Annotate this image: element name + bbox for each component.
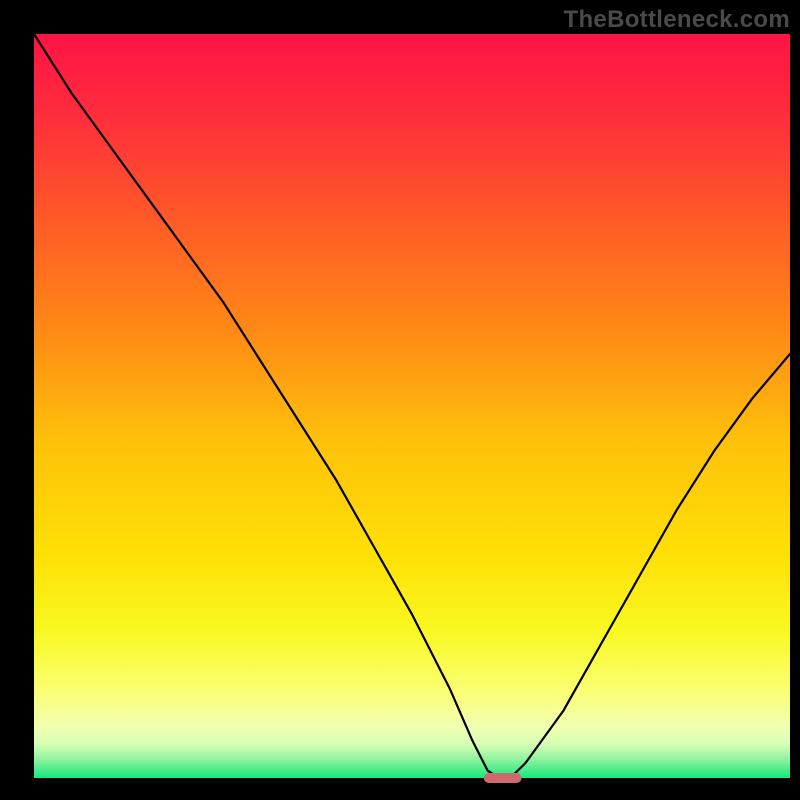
- watermark-label: TheBottleneck.com: [564, 6, 790, 34]
- optimal-marker: [484, 773, 522, 783]
- chart-container: TheBottleneck.com: [0, 0, 800, 800]
- plot-background: [34, 34, 790, 778]
- bottleneck-chart: [0, 0, 800, 800]
